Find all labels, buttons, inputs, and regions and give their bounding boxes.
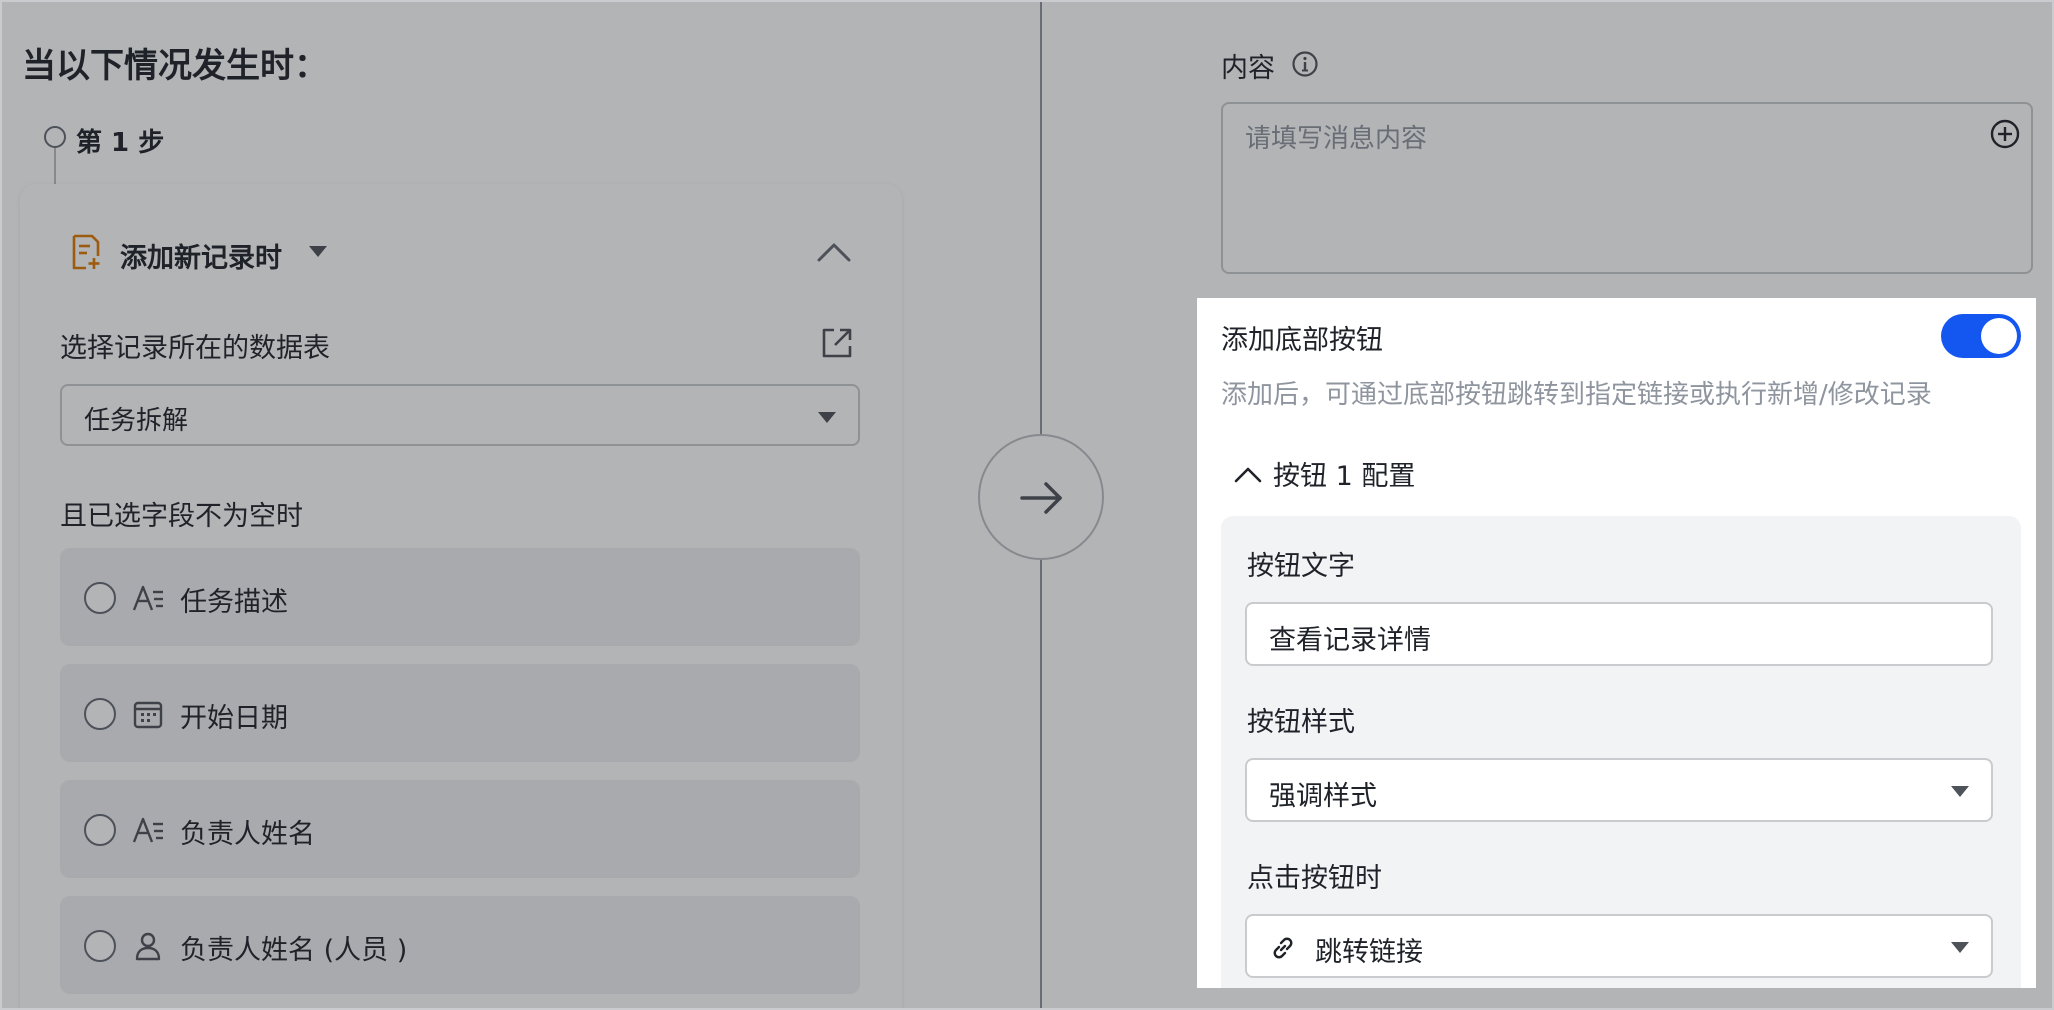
field-radio[interactable] (84, 814, 116, 846)
button-config-header[interactable]: 按钮 1 配置 (1273, 454, 1415, 493)
chevron-up-icon[interactable] (1233, 464, 1263, 484)
table-select-value: 任务拆解 (84, 406, 189, 436)
button-text-input[interactable]: 查看记录详情 (1245, 602, 1993, 666)
message-content-placeholder: 请填写消息内容 (1245, 124, 1428, 154)
table-select-label: 选择记录所在的数据表 (60, 333, 330, 364)
bottom-button-section: 添加底部按钮 添加后，可通过底部按钮跳转到指定链接或执行新增/修改记录 按钮 1… (1197, 298, 2036, 988)
add-record-icon (72, 234, 100, 270)
field-option-start-date[interactable]: 开始日期 (60, 664, 860, 762)
field-radio[interactable] (84, 930, 116, 962)
button-style-value: 强调样式 (1269, 781, 1377, 812)
button-click-select[interactable]: 跳转链接 (1245, 914, 1993, 978)
button-text-label: 按钮文字 (1247, 551, 1355, 582)
info-icon[interactable] (1291, 50, 1319, 78)
trigger-type-title[interactable]: 添加新记录时 (120, 236, 282, 275)
trigger-panel: 当以下情况发生时： 第 1 步 添加新记录时 选择记录所在的数据表 任务拆解 且… (2, 2, 1181, 1008)
person-icon (135, 932, 161, 961)
arrow-right-icon (1020, 482, 1062, 514)
chevron-down-icon (1951, 786, 1969, 797)
step-connector (54, 148, 56, 184)
table-select[interactable]: 任务拆解 (60, 384, 860, 446)
add-circle-icon[interactable] (1989, 118, 2021, 150)
calendar-icon (133, 701, 163, 729)
button-text-value: 查看记录详情 (1269, 625, 1431, 656)
flow-arrow (978, 434, 1104, 560)
link-icon (1273, 937, 1293, 959)
button-style-select[interactable]: 强调样式 (1245, 758, 1993, 822)
chevron-down-icon (1951, 942, 1969, 953)
field-option-task-description[interactable]: 任务描述 (60, 548, 860, 646)
field-option-owner-person[interactable]: 负责人姓名 (人员 ) (60, 896, 860, 994)
field-radio[interactable] (84, 582, 116, 614)
field-option-owner-name[interactable]: 负责人姓名 (60, 780, 860, 878)
bottom-button-description: 添加后，可通过底部按钮跳转到指定链接或执行新增/修改记录 (1221, 380, 1932, 410)
text-field-icon (132, 817, 163, 843)
collapse-chevron-icon[interactable] (816, 240, 852, 264)
bottom-button-title: 添加底部按钮 (1221, 325, 1383, 356)
content-label: 内容 (1221, 53, 1275, 84)
trigger-heading: 当以下情况发生时： (22, 46, 328, 86)
step-indicator (44, 126, 66, 148)
automation-editor: 当以下情况发生时： 第 1 步 添加新记录时 选择记录所在的数据表 任务拆解 且… (0, 0, 2054, 1010)
field-name: 任务描述 (180, 587, 288, 618)
button-click-value: 跳转链接 (1315, 937, 1423, 968)
button-config-panel: 按钮文字 查看记录详情 按钮样式 强调样式 点击按钮时 跳转链接 (1221, 516, 2021, 988)
field-name: 负责人姓名 (180, 819, 315, 850)
trigger-type-caret-icon[interactable] (309, 246, 327, 257)
field-name: 开始日期 (180, 703, 288, 734)
fields-label: 且已选字段不为空时 (60, 501, 303, 532)
bottom-button-toggle[interactable] (1941, 314, 2021, 358)
message-content-input[interactable]: 请填写消息内容 (1221, 102, 2033, 274)
toggle-knob (1981, 318, 2017, 354)
open-table-icon[interactable] (820, 326, 854, 360)
step-label: 第 1 步 (76, 128, 165, 158)
text-field-icon (132, 585, 163, 611)
button-style-label: 按钮样式 (1247, 707, 1355, 738)
trigger-card: 添加新记录时 选择记录所在的数据表 任务拆解 且已选字段不为空时 任务描述 开始… (20, 184, 902, 1008)
field-name: 负责人姓名 (人员 ) (180, 935, 408, 966)
field-radio[interactable] (84, 698, 116, 730)
chevron-down-icon (818, 412, 836, 423)
button-click-label: 点击按钮时 (1247, 863, 1382, 894)
